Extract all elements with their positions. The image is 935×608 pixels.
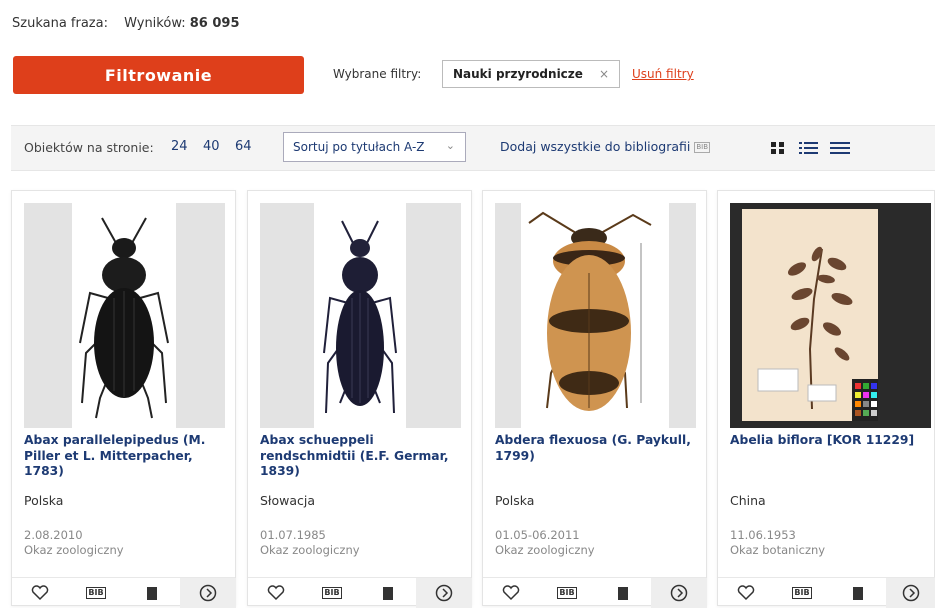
result-date: 01.05-06.2011 <box>495 528 580 542</box>
card-actions: BIB <box>248 577 472 608</box>
result-country: Słowacja <box>260 493 316 508</box>
arrow-circle-icon[interactable] <box>416 578 472 608</box>
search-phrase-label: Szukana fraza: <box>12 16 108 31</box>
result-type: Okaz botaniczny <box>730 543 826 557</box>
add-all-to-bibliography-link[interactable]: Dodaj wszystkie do bibliografii BIB <box>500 139 711 154</box>
result-date: 2.08.2010 <box>24 528 83 542</box>
book-icon[interactable] <box>830 578 886 608</box>
result-card: Abelia biflora [KOR 11229] China 11.06.1… <box>717 190 935 608</box>
beetle-illustration <box>528 211 652 411</box>
beetle-illustration <box>79 217 169 419</box>
result-type: Okaz zoologiczny <box>495 543 595 557</box>
filter-chip-label: Nauki przyrodnicze <box>453 67 583 81</box>
heart-icon[interactable] <box>483 578 539 608</box>
result-title[interactable]: Abelia biflora [KOR 11229] <box>730 433 932 449</box>
book-icon[interactable] <box>124 578 180 608</box>
per-page-option-40[interactable]: 40 <box>203 139 220 154</box>
result-date: 11.06.1953 <box>730 528 796 542</box>
compact-list-view-icon[interactable] <box>829 139 851 161</box>
chevron-down-icon: ⌄ <box>445 139 455 152</box>
add-all-label: Dodaj wszystkie do bibliografii <box>500 139 691 154</box>
specimen-image[interactable] <box>24 203 225 428</box>
specimen-image[interactable] <box>495 203 696 428</box>
bib-icon[interactable]: BIB <box>539 578 595 608</box>
grid-view-icon[interactable] <box>769 139 787 161</box>
results-label: Wyników: <box>124 16 186 31</box>
bib-icon[interactable]: BIB <box>304 578 360 608</box>
heart-icon[interactable] <box>718 578 774 608</box>
per-page-option-24[interactable]: 24 <box>171 139 188 154</box>
result-date: 01.07.1985 <box>260 528 326 542</box>
results-count: 86 095 <box>189 16 240 31</box>
result-country: Polska <box>24 493 64 508</box>
search-summary: Szukana fraza: Wyników: 86 095 <box>12 16 240 31</box>
bib-icon[interactable]: BIB <box>68 578 124 608</box>
specimen-image[interactable] <box>730 203 931 428</box>
clear-filters-link[interactable]: Usuń filtry <box>632 67 694 81</box>
card-actions: BIB <box>483 577 707 608</box>
specimen-image[interactable] <box>260 203 461 428</box>
book-icon[interactable] <box>360 578 416 608</box>
result-card: Abdera flexuosa (G. Paykull, 1799) Polsk… <box>482 190 707 608</box>
sort-select-value: Sortuj po tytułach A-Z <box>293 140 425 154</box>
book-icon[interactable] <box>595 578 651 608</box>
per-page-option-64[interactable]: 64 <box>235 139 252 154</box>
selected-filters-label: Wybrane filtry: <box>333 67 422 81</box>
heart-icon[interactable] <box>12 578 68 608</box>
arrow-circle-icon[interactable] <box>180 578 236 608</box>
result-title[interactable]: Abax parallelepipedus (M. Piller et L. M… <box>24 433 226 480</box>
result-type: Okaz zoologiczny <box>24 543 124 557</box>
result-title[interactable]: Abax schueppeli rendschmidtii (E.F. Germ… <box>260 433 462 480</box>
card-actions: BIB <box>718 577 935 608</box>
result-title[interactable]: Abdera flexuosa (G. Paykull, 1799) <box>495 433 697 464</box>
result-card: Abax parallelepipedus (M. Piller et L. M… <box>11 190 236 608</box>
bib-icon: BIB <box>694 142 711 153</box>
bib-icon[interactable]: BIB <box>774 578 830 608</box>
arrow-circle-icon[interactable] <box>886 578 935 608</box>
herbarium-illustration <box>757 246 878 421</box>
result-card: Abax schueppeli rendschmidtii (E.F. Germ… <box>247 190 472 608</box>
list-view-icon[interactable] <box>798 139 820 161</box>
card-actions: BIB <box>12 577 236 608</box>
result-country: China <box>730 493 766 508</box>
beetle-illustration <box>323 220 397 414</box>
result-country: Polska <box>495 493 535 508</box>
results-toolbar: Obiektów na stronie: 24 40 64 Sortuj po … <box>11 125 935 171</box>
result-type: Okaz zoologiczny <box>260 543 360 557</box>
sort-select[interactable]: Sortuj po tytułach A-Z ⌄ <box>283 132 466 162</box>
filter-chip: Nauki przyrodnicze × <box>442 60 620 88</box>
filter-button[interactable]: Filtrowanie <box>13 56 304 94</box>
remove-filter-icon[interactable]: × <box>599 67 609 81</box>
arrow-circle-icon[interactable] <box>651 578 707 608</box>
per-page-label: Obiektów na stronie: <box>24 140 154 155</box>
heart-icon[interactable] <box>248 578 304 608</box>
